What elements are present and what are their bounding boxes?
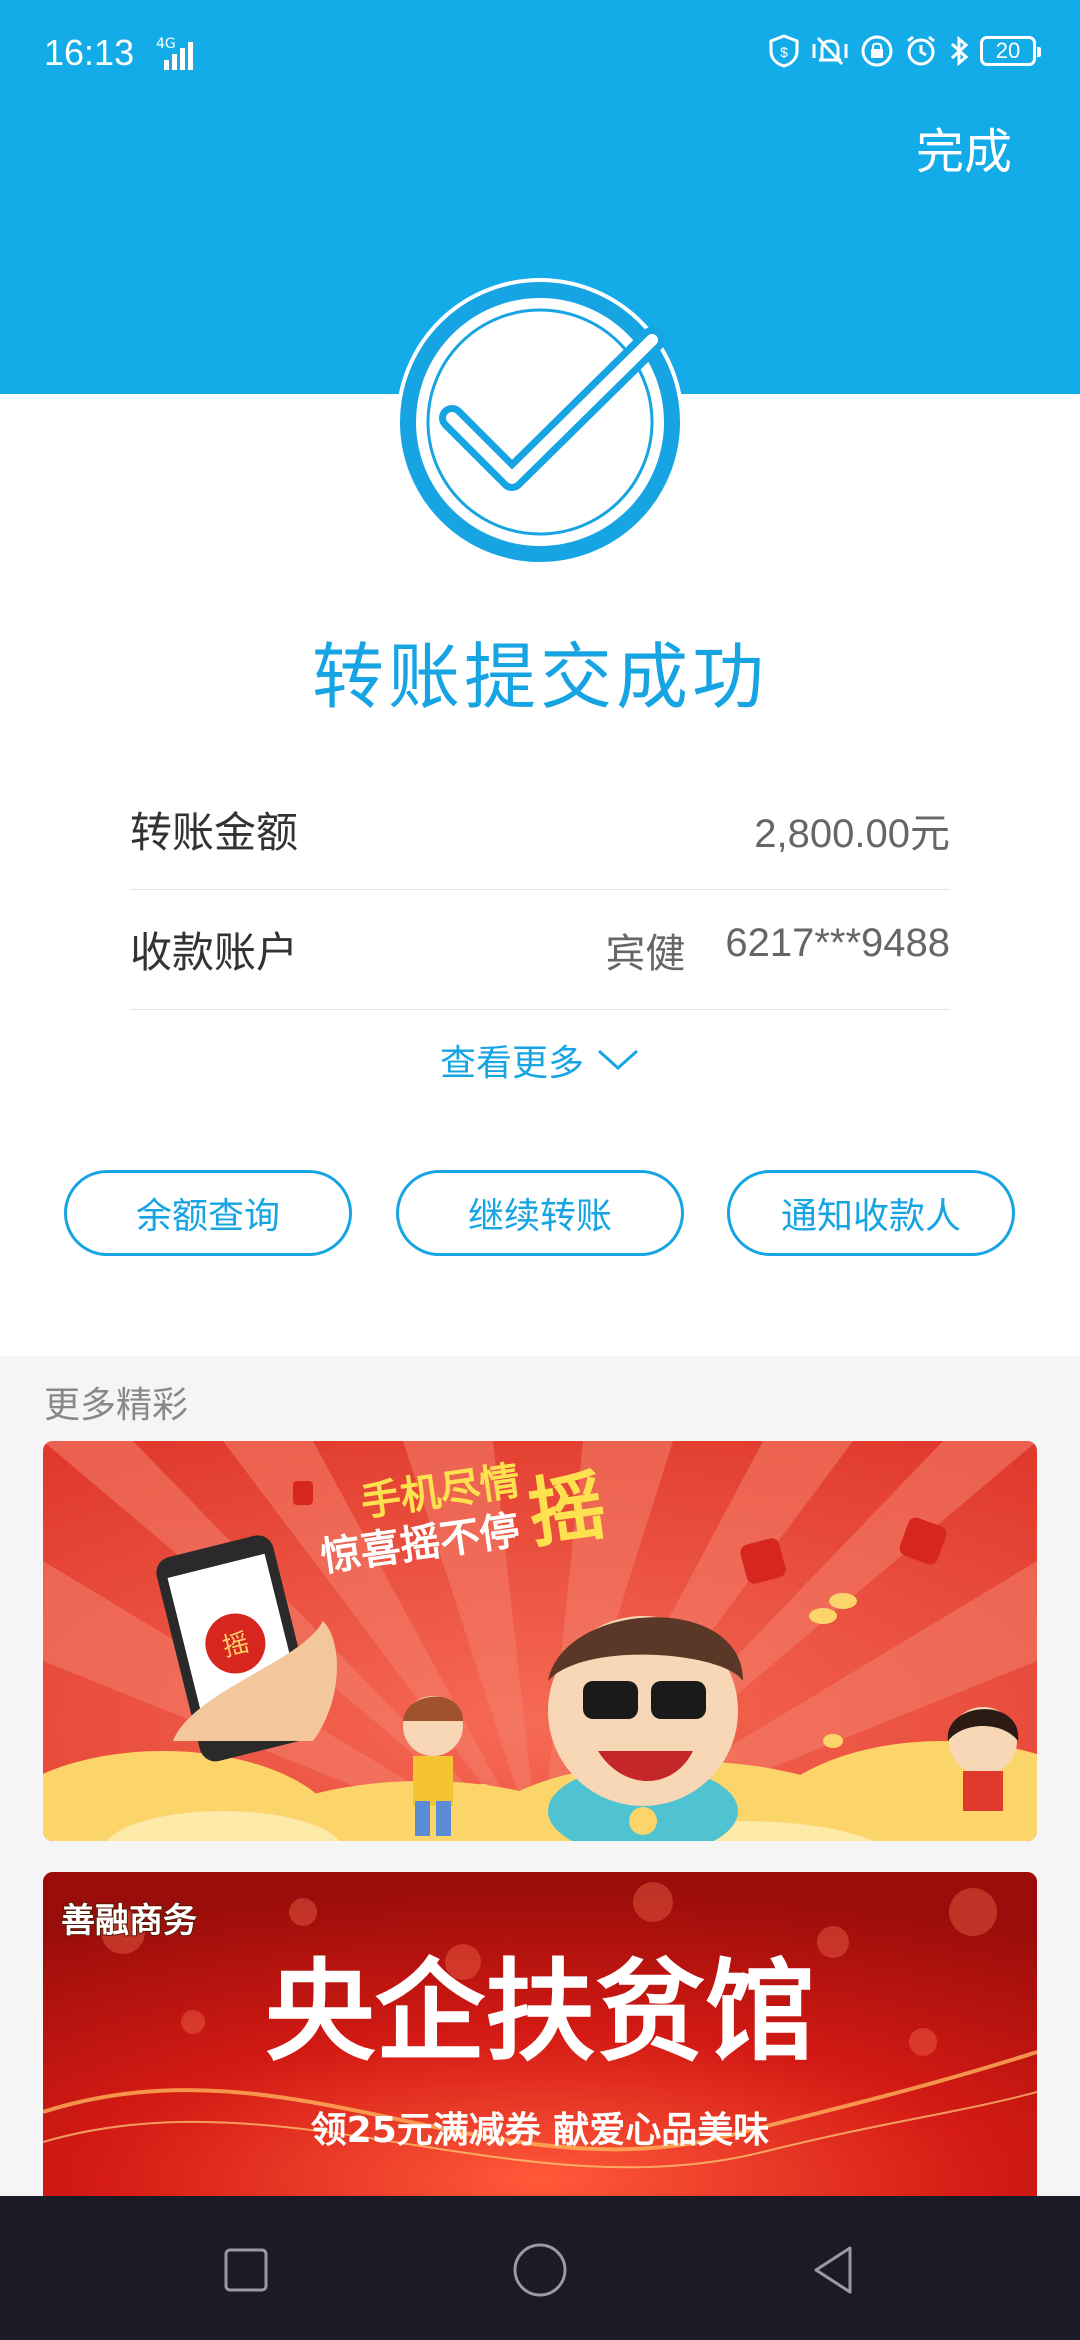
account-label: 收款账户: [130, 928, 299, 977]
shake-big-char: 摇: [523, 1460, 611, 1559]
lock-icon: [861, 35, 893, 67]
amount-row: 转账金额 2,800.00元: [130, 770, 950, 890]
charity-brand: 善融商务: [61, 1901, 197, 1941]
more-section-title: 更多精彩: [44, 1385, 189, 1426]
checkmark-circle-icon: [400, 282, 680, 562]
circle-icon[interactable]: [510, 2240, 570, 2300]
view-more-link[interactable]: 查看更多: [0, 1034, 1080, 1086]
view-more-label: 查看更多: [439, 1043, 584, 1084]
status-icons: $ 20: [768, 34, 1041, 68]
cartoon-man-art: [548, 1616, 743, 1841]
amount-label: 转账金额: [130, 808, 299, 857]
notify-payee-button[interactable]: 通知收款人: [727, 1170, 1015, 1256]
system-nav-bar: [0, 2196, 1080, 2340]
signal-icon: [164, 42, 193, 70]
status-time: 16:13: [44, 32, 135, 73]
continue-transfer-button[interactable]: 继续转账: [396, 1170, 684, 1256]
svg-text:$: $: [780, 44, 788, 60]
chevron-down-icon: [597, 1049, 639, 1071]
triangle-back-icon[interactable]: [804, 2240, 864, 2300]
battery-indicator: 20: [980, 36, 1041, 66]
charity-banner-art: 善融商务 央企扶贫馆 领25元满减券 献爱心品美味: [43, 1872, 1037, 2196]
square-icon[interactable]: [216, 2240, 276, 2300]
charity-promo-banner[interactable]: 善融商务 央企扶贫馆 领25元满减券 献爱心品美味: [43, 1872, 1037, 2196]
more-section: 更多精彩 摇 手机尽情 惊喜摇不停 摇 善融商务 央企扶贫馆 领25元满减券 献…: [0, 1356, 1080, 2196]
account-row: 收款账户 宾健 6217***9488: [130, 890, 950, 1010]
account-number: 6217***9488: [725, 920, 950, 965]
shield-icon: $: [769, 34, 799, 68]
amount-value: 2,800.00元: [754, 811, 950, 856]
bluetooth-icon: [950, 35, 969, 67]
vibrate-bell-icon: [812, 36, 848, 66]
account-value: 宾健 6217***9488: [605, 921, 950, 979]
account-name: 宾健: [605, 930, 686, 977]
charity-subline: 领25元满减券 献爱心品美味: [311, 2110, 770, 2151]
shake-banner-art: 摇 手机尽情 惊喜摇不停 摇: [43, 1441, 1037, 1841]
balance-query-button[interactable]: 余额查询: [64, 1170, 352, 1256]
done-button[interactable]: 完成: [916, 112, 1012, 182]
alarm-icon: [907, 35, 935, 66]
success-title: 转账提交成功: [311, 635, 768, 719]
status-bar: 16:13 4G $ 20: [0, 0, 1080, 110]
charity-headline: 央企扶贫馆: [265, 1948, 815, 2076]
shake-promo-banner[interactable]: 摇 手机尽情 惊喜摇不停 摇: [43, 1441, 1037, 1841]
